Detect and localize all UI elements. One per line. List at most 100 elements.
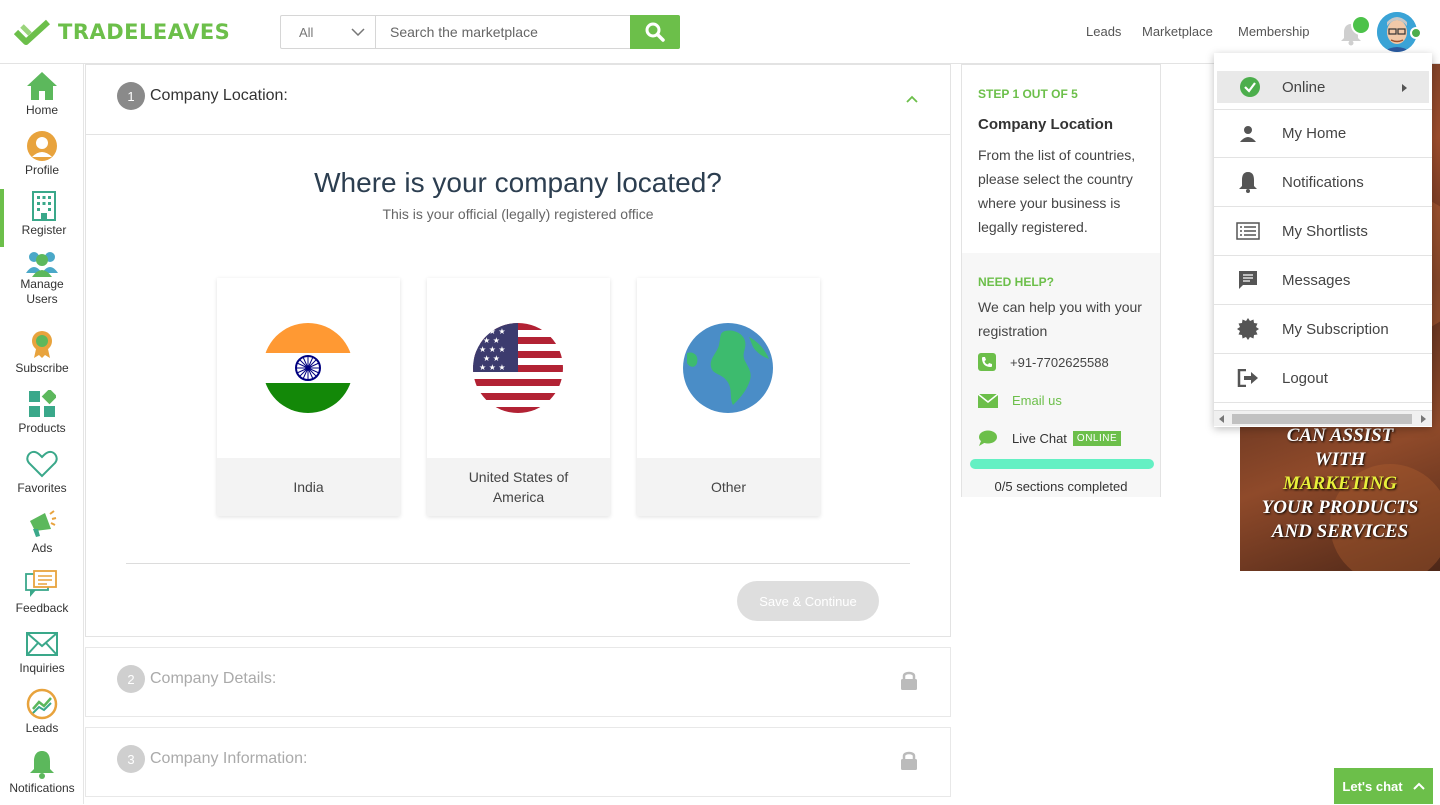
chevron-up-icon: [1412, 782, 1425, 790]
sidebar-item-favorites[interactable]: Favorites: [0, 447, 84, 505]
search-bar: All: [280, 15, 680, 49]
search-button[interactable]: [630, 15, 680, 49]
company-details-panel[interactable]: 2 Company Details:: [85, 647, 951, 717]
sidebar-item-label: Inquiries: [19, 661, 65, 675]
sidebar-item-notifications[interactable]: Notifications: [0, 747, 84, 805]
phone-number: +91-7702625588: [1010, 354, 1109, 370]
status-online[interactable]: Online: [1217, 71, 1429, 103]
lets-chat-button[interactable]: Let's chat: [1334, 768, 1433, 804]
users-icon: [26, 252, 58, 277]
phone-row[interactable]: +91-7702625588: [978, 353, 1109, 371]
sidebar-item-subscribe[interactable]: Subscribe: [0, 327, 84, 385]
chevron-down-icon: [351, 28, 365, 36]
nav-membership[interactable]: Membership: [1238, 24, 1310, 39]
progress-bar: [970, 459, 1154, 469]
sidebar-item-leads[interactable]: Leads: [0, 687, 84, 745]
email-icon: [978, 393, 998, 408]
country-name: Other: [637, 458, 820, 516]
scroll-left-icon[interactable]: [1219, 415, 1224, 423]
progress-text: 0/5 sections completed: [994, 479, 1128, 494]
step-title: Company Details:: [150, 670, 277, 687]
need-help-heading: NEED HELP?: [978, 275, 1055, 289]
menu-item-logout[interactable]: Logout: [1214, 354, 1432, 403]
step-number: 1: [117, 82, 145, 110]
step-title: Company Information:: [150, 750, 308, 767]
sidebar-item-label: Ads: [31, 541, 53, 555]
badge-icon: [32, 331, 52, 358]
person-icon: [1240, 125, 1256, 142]
sidebar-item-label: Favorites: [17, 481, 67, 495]
company-information-panel[interactable]: 3 Company Information:: [85, 727, 951, 797]
phone-icon: [978, 353, 996, 371]
sidebar-item-manage-users[interactable]: Manage Users: [0, 249, 84, 307]
country-name: United States of America: [427, 458, 610, 516]
sidebar-item-feedback[interactable]: Feedback: [0, 567, 84, 625]
step-number: 2: [117, 665, 145, 693]
menu-item-label: Logout: [1282, 369, 1328, 387]
help-description: We can help you with your registration: [978, 299, 1142, 339]
email-row[interactable]: Email us: [978, 393, 1062, 408]
nav-leads[interactable]: Leads: [1086, 24, 1121, 39]
sidebar-item-label: Leads: [25, 721, 59, 735]
scroll-right-icon[interactable]: [1421, 415, 1426, 423]
envelope-icon: [26, 632, 58, 656]
menu-item-label: My Subscription: [1282, 320, 1389, 338]
logo-leaf-icon: [14, 19, 50, 45]
sidebar: Home Profile Register Manage Users Subsc…: [0, 64, 84, 804]
menu-item-label: Notifications: [1282, 173, 1364, 191]
sidebar-item-register[interactable]: Register: [0, 189, 84, 247]
sidebar-item-home[interactable]: Home: [0, 69, 84, 127]
nav-marketplace[interactable]: Marketplace: [1142, 24, 1213, 39]
sidebar-item-products[interactable]: Products: [0, 387, 84, 445]
step-number: 3: [117, 745, 145, 773]
chevron-up-icon[interactable]: [906, 95, 918, 103]
globe-icon: [683, 323, 773, 413]
search-icon: [645, 22, 665, 42]
chat-bubble-icon: [979, 430, 997, 446]
sidebar-item-label: Manage Users: [20, 277, 64, 306]
sidebar-item-label: Products: [18, 421, 66, 435]
company-location-panel: 1 Company Location: Where is your compan…: [85, 64, 951, 637]
status-badge: ONLINE: [1072, 430, 1122, 446]
usa-flag-icon: ★ ★ ★ ★ ★ ★ ★ ★ ★ ★ ★ ★ ★: [473, 323, 563, 413]
logout-icon: [1237, 369, 1258, 387]
menu-item-my-home[interactable]: My Home: [1214, 109, 1432, 158]
logo[interactable]: TRADELEAVES: [14, 16, 230, 48]
save-continue-button[interactable]: Save & Continue: [737, 581, 879, 621]
step-1-header[interactable]: 1 Company Location:: [86, 65, 950, 135]
megaphone-icon: [30, 510, 57, 537]
sidebar-item-ads[interactable]: Ads: [0, 507, 84, 565]
menu-item-messages[interactable]: Messages: [1214, 256, 1432, 305]
search-input[interactable]: [376, 16, 630, 48]
step-counter: STEP 1 OUT OF 5: [978, 87, 1078, 101]
menu-item-label: Messages: [1282, 271, 1351, 289]
brand-name: TRADELEAVES: [58, 20, 231, 44]
gear-badge-icon: [1237, 318, 1259, 340]
menu-item-my-shortlists[interactable]: My Shortlists: [1214, 207, 1432, 256]
horizontal-scrollbar[interactable]: [1214, 410, 1432, 426]
scrollbar-thumb[interactable]: [1232, 414, 1412, 424]
page-subtitle: This is your official (legally) register…: [382, 206, 654, 222]
live-chat-label: Live Chat: [1012, 430, 1067, 446]
svg-text:★ ★ ★: ★ ★ ★: [479, 327, 506, 336]
products-icon: [29, 390, 56, 417]
step-info-description: From the list of countries, please selec…: [978, 147, 1136, 235]
sidebar-item-label: Register: [21, 223, 67, 237]
menu-item-notifications[interactable]: Notifications: [1214, 158, 1432, 207]
live-chat-row[interactable]: Live Chat ONLINE: [978, 430, 1122, 446]
help-section: NEED HELP? We can help you with your reg…: [962, 253, 1160, 497]
category-select[interactable]: All: [281, 16, 376, 48]
step-info-title: Company Location: [978, 116, 1114, 133]
menu-item-my-subscription[interactable]: My Subscription: [1214, 305, 1432, 354]
country-card-usa[interactable]: ★ ★ ★ ★ ★ ★ ★ ★ ★ ★ ★ ★ ★ United States of A…: [427, 278, 610, 516]
sidebar-item-inquiries[interactable]: Inquiries: [0, 627, 84, 685]
ad-line: AND SERVICES: [1271, 521, 1409, 542]
lock-icon: [901, 671, 917, 690]
country-card-india[interactable]: India: [217, 278, 400, 516]
feedback-icon: [25, 570, 57, 597]
check-circle-icon: [1239, 77, 1260, 97]
sidebar-item-profile[interactable]: Profile: [0, 129, 84, 187]
bell-icon: [1239, 172, 1257, 193]
country-card-other[interactable]: Other: [637, 278, 820, 516]
status-label: Online: [1282, 78, 1326, 96]
